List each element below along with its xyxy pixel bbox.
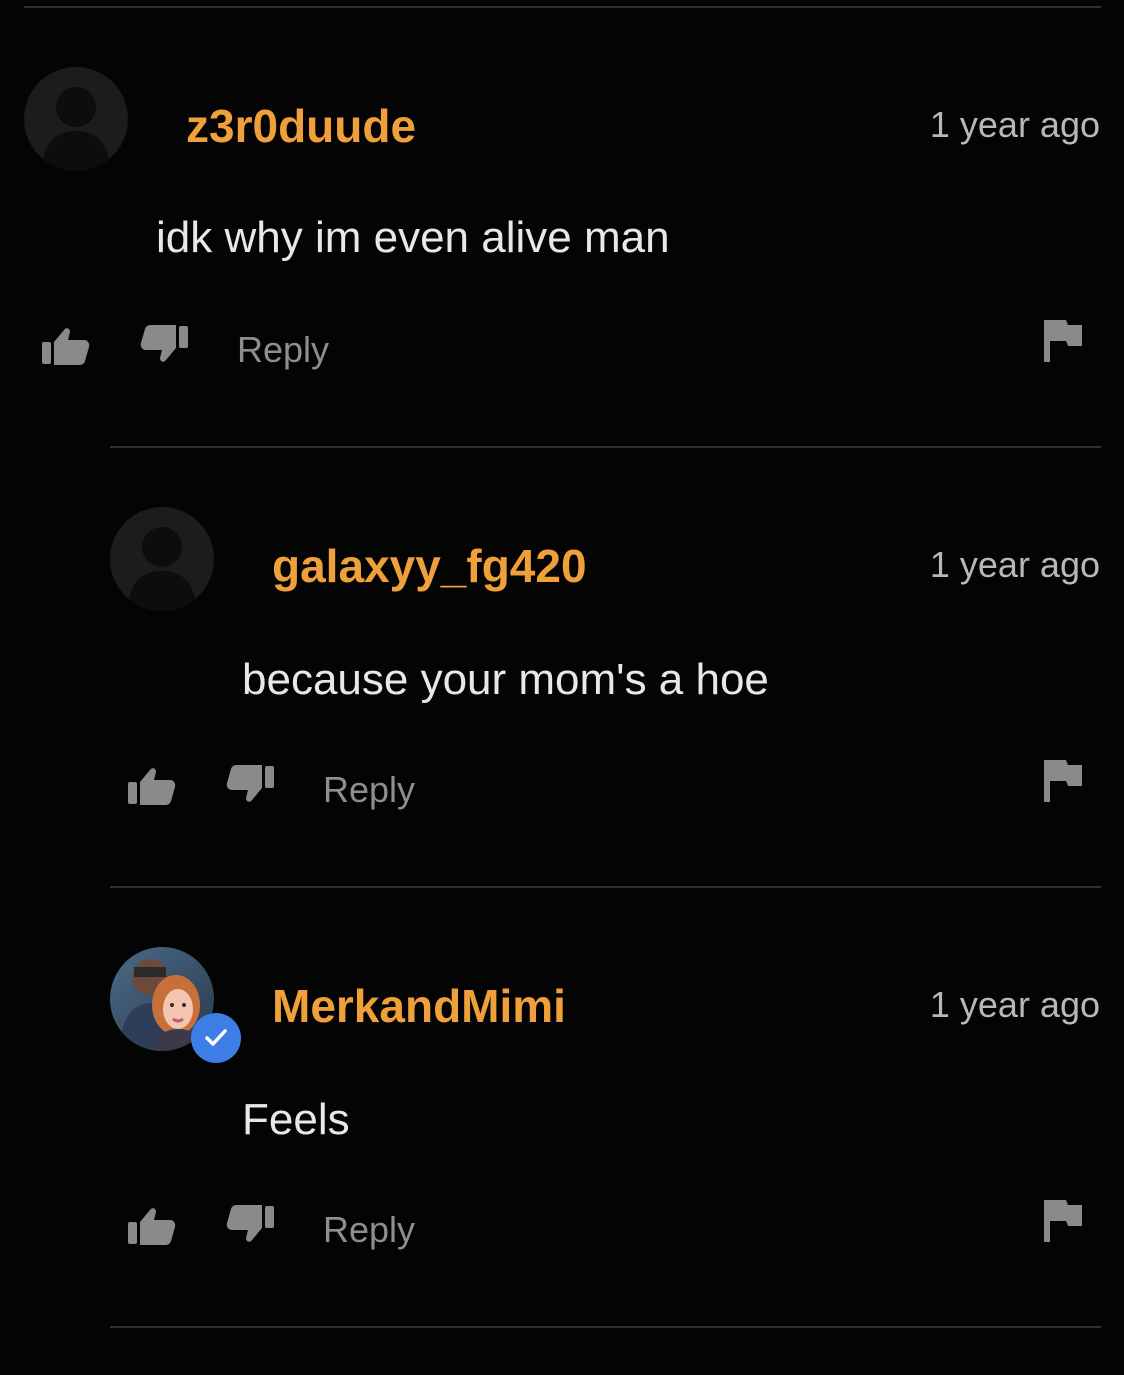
default-avatar-icon — [110, 507, 214, 611]
comment-text: because your mom's a hoe — [242, 655, 769, 704]
timestamp: 1 year ago — [929, 984, 1100, 1025]
flag-icon[interactable] — [1040, 756, 1092, 808]
comment-text: idk why im even alive man — [156, 213, 670, 262]
flag-icon[interactable] — [1040, 316, 1092, 368]
thumbs-up-icon[interactable] — [40, 320, 92, 372]
comment-item: MerkandMimi 1 year ago Feels Reply — [0, 880, 1124, 1320]
reply-button[interactable]: Reply — [323, 1212, 415, 1248]
thumbs-down-icon[interactable] — [224, 1198, 276, 1250]
timestamp: 1 year ago — [929, 544, 1100, 585]
reply-button[interactable]: Reply — [237, 332, 329, 368]
username[interactable]: MerkandMimi — [272, 983, 566, 1029]
thumbs-down-icon[interactable] — [224, 758, 276, 810]
thumbs-up-icon[interactable] — [126, 760, 178, 812]
reply-button[interactable]: Reply — [323, 772, 415, 808]
username[interactable]: z3r0duude — [186, 103, 416, 149]
thumbs-up-icon[interactable] — [126, 1200, 178, 1252]
username[interactable]: galaxyy_fg420 — [272, 543, 587, 589]
timestamp: 1 year ago — [929, 104, 1100, 145]
flag-icon[interactable] — [1040, 1196, 1092, 1248]
comment-text: Feels — [242, 1095, 350, 1144]
default-avatar-icon — [24, 67, 128, 171]
thumbs-down-icon[interactable] — [138, 318, 190, 370]
avatar[interactable] — [110, 507, 214, 611]
comment-item: z3r0duude 1 year ago idk why im even ali… — [0, 0, 1124, 440]
comment-divider — [110, 1326, 1101, 1328]
verified-check-icon — [191, 1013, 241, 1063]
comment-item: galaxyy_fg420 1 year ago because your mo… — [0, 440, 1124, 880]
avatar[interactable] — [24, 67, 128, 171]
